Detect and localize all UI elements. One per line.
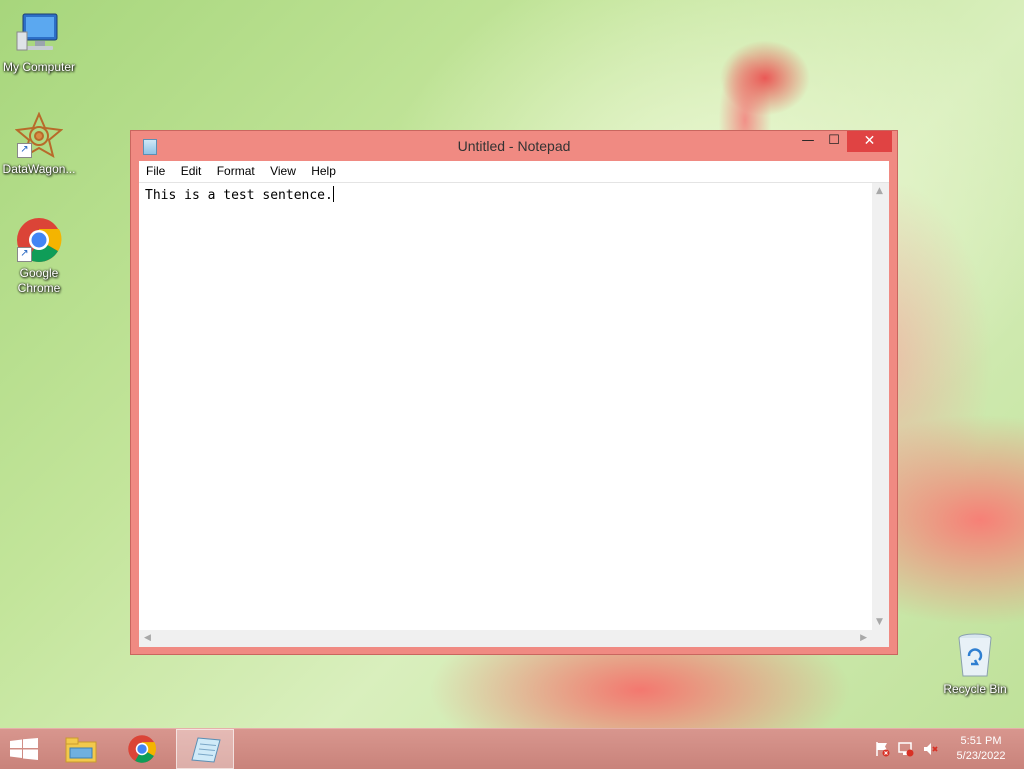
clock-time: 5:51 PM: [960, 735, 1002, 747]
menu-file[interactable]: File: [140, 161, 171, 178]
shortcut-arrow-icon: ↗: [17, 143, 32, 158]
desktop-icon-my-computer[interactable]: My Computer: [0, 10, 78, 75]
desktop-icon-label: Google Chrome: [17, 266, 61, 295]
chrome-icon: [128, 735, 157, 763]
taskbar-chrome[interactable]: [114, 729, 172, 769]
network-icon[interactable]: [898, 741, 914, 757]
horizontal-scrollbar[interactable]: ◀ ▶: [139, 630, 872, 647]
minimize-button[interactable]: —: [795, 131, 821, 152]
menu-bar: File Edit Format View Help: [139, 161, 889, 183]
recycle-bin-icon: [951, 632, 999, 680]
title-bar[interactable]: Untitled - Notepad — ☐ ✕: [131, 131, 897, 161]
taskbar-clock[interactable]: 5:51 PM 5/23/2022: [948, 734, 1014, 764]
desktop-icon-label: Recycle Bin: [943, 682, 1007, 696]
desktop-icon-datawagon[interactable]: ↗ DataWagon...: [0, 111, 78, 177]
desktop-icon-label: My Computer: [2, 60, 76, 74]
scroll-up-arrow-icon[interactable]: ▲: [876, 186, 883, 196]
flag-icon[interactable]: [874, 741, 890, 757]
size-grip[interactable]: [872, 630, 889, 647]
computer-icon: [15, 10, 63, 58]
start-button[interactable]: [0, 729, 58, 769]
file-explorer-icon: [65, 737, 97, 763]
menu-edit[interactable]: Edit: [175, 161, 208, 178]
taskbar-file-explorer[interactable]: [52, 729, 110, 769]
chrome-icon: ↗: [15, 216, 63, 264]
notepad-icon: [191, 737, 221, 763]
menu-format[interactable]: Format: [211, 161, 261, 178]
scroll-right-arrow-icon[interactable]: ▶: [860, 633, 867, 643]
start-icon: [10, 738, 38, 760]
maximize-button[interactable]: ☐: [821, 131, 847, 152]
scroll-down-arrow-icon[interactable]: ▼: [876, 617, 883, 627]
vertical-scrollbar[interactable]: ▲ ▼: [872, 183, 889, 630]
menu-view[interactable]: View: [264, 161, 302, 178]
taskbar: 5:51 PM 5/23/2022: [0, 728, 1024, 769]
clock-date: 5/23/2022: [956, 750, 1006, 762]
scroll-left-arrow-icon[interactable]: ◀: [144, 633, 151, 643]
text-editor[interactable]: This is a test sentence. ▲ ▼ ◀ ▶: [139, 183, 889, 647]
volume-muted-icon[interactable]: [922, 741, 938, 757]
window-title: Untitled - Notepad: [457, 138, 571, 154]
notepad-window[interactable]: Untitled - Notepad — ☐ ✕ File Edit Forma…: [130, 130, 898, 655]
menu-help[interactable]: Help: [305, 161, 342, 178]
desktop-icon-google-chrome[interactable]: ↗ Google Chrome: [0, 216, 78, 296]
desktop: My Computer ↗ DataWagon... ↗ Google Chro…: [0, 0, 1024, 728]
close-button[interactable]: ✕: [847, 131, 892, 152]
desktop-icon-recycle-bin[interactable]: Recycle Bin: [936, 632, 1014, 697]
taskbar-notepad[interactable]: [176, 729, 234, 769]
editor-text[interactable]: This is a test sentence.: [145, 186, 334, 203]
datawagon-icon: ↗: [14, 111, 64, 160]
desktop-icon-label: DataWagon...: [2, 162, 76, 176]
text-caret: [332, 186, 334, 202]
shortcut-arrow-icon: ↗: [17, 247, 32, 262]
document-content: This is a test sentence.: [145, 188, 333, 203]
